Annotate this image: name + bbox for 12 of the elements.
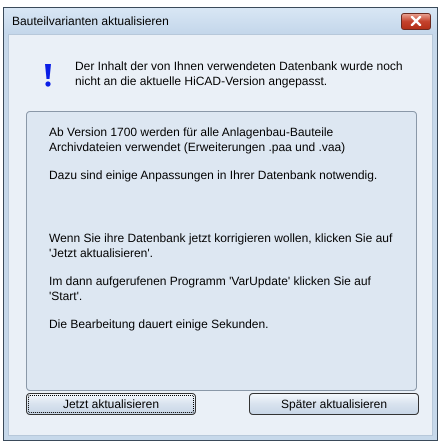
close-icon [410,16,422,26]
info-text: Die Bearbeitung dauert einige Sekunden. [49,317,270,332]
action-button[interactable]: Später aktualisieren [249,393,419,415]
info-text: Dazu sind einige Anpassungen in Ihrer Datenbank notwendig. [49,168,378,183]
close-button[interactable] [401,12,431,30]
info-text: Ab Version 1700 werden für alle Anlagenbau-Bauteile Archivdateien verwendet (Erweiterungen .paa und .vaa) [49,125,346,155]
exclamation-icon [43,63,53,87]
action-button[interactable]: Jetzt aktualisieren [26,393,196,415]
info-text: Wenn Sie ihre Datenbank jetzt korrigieren wollen, klicken Sie auf 'Jetzt aktualisieren'. [49,231,394,261]
message-text: Der Inhalt der von Ihnen verwendeten Datenbank wurde noch nicht an die aktuelle HiCAD-Version angepasst. [75,59,404,89]
info-text: Im dann aufgerufenen Programm 'VarUpdate' klicken Sie auf 'Start'. [49,274,372,304]
window-title: Bauteilvarianten aktualisieren [12,14,169,28]
